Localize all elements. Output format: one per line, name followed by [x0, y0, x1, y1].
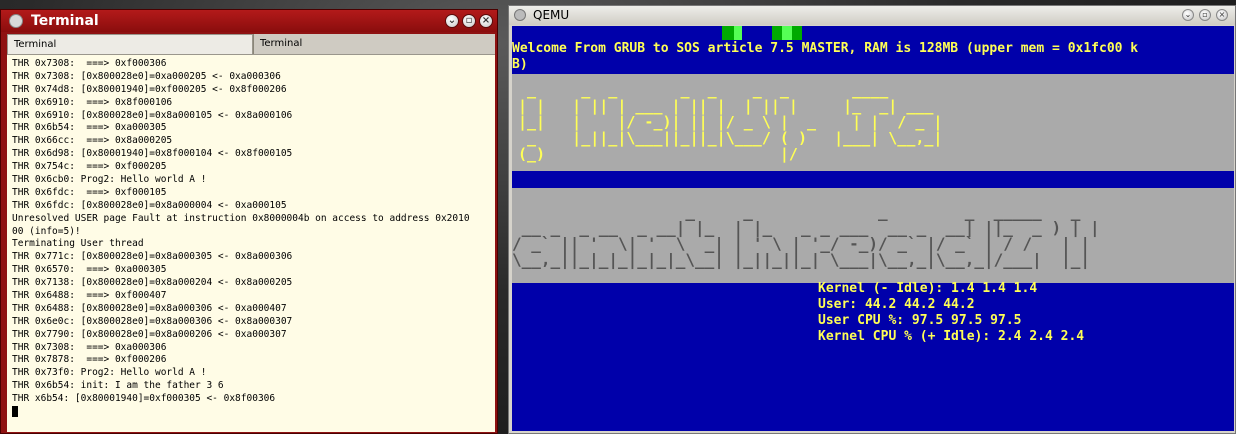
ascii-art-line: | | | || | ___ | || | | || | |_ _| ___: [518, 97, 943, 115]
terminal-line: THR 0x73f0: Prog2: Hello world A !: [12, 367, 207, 379]
terminal-line: Terminating User thread: [12, 238, 144, 250]
terminal-titlebar[interactable]: Terminal ⌄ ▫ ×: [1, 10, 497, 32]
qemu-title: QEMU: [533, 8, 570, 22]
terminal-line: THR 0x7790: [0x800028e0]=0x8a000206 <- 0…: [12, 328, 287, 340]
terminal-line: THR 0x6910: [0x800028e0]=0x8a000105 <- 0…: [12, 109, 293, 121]
welcome-line-wrap: B): [512, 57, 528, 72]
close-icon[interactable]: ×: [1216, 9, 1228, 21]
text-cursor: [12, 406, 18, 418]
terminal-line: THR 0x6d98: [0x80001940]=0x8f000104 <- 0…: [12, 148, 293, 160]
terminal-app-icon[interactable]: [9, 14, 23, 28]
close-icon[interactable]: ×: [479, 14, 493, 28]
terminal-line: THR 0x6cb0: Prog2: Hello world A !: [12, 174, 207, 186]
stat-line: User: 44.2 44.2 44.2: [818, 297, 975, 312]
terminal-line: 00 (info=5)!: [12, 225, 81, 237]
terminal-line: THR 0x6fdc: [0x800028e0]=0x8a000004 <- 0…: [12, 199, 287, 211]
terminal-line: THR 0x7878: ===> 0xf000206: [12, 354, 167, 366]
banner-hello: _ _ _ _ _ _ _ ____ | | | || | ___ | || |…: [512, 74, 1234, 171]
stripe-segment: [512, 26, 722, 40]
terminal-line: THR 0x7138: [0x800028e0]=0x8a000204 <- 0…: [12, 277, 293, 289]
stripe-segment: [742, 26, 772, 40]
terminal-title: Terminal: [31, 13, 99, 29]
terminal-line: THR 0x66cc: ===> 0x8a000205: [12, 135, 173, 147]
stripe-segment: [782, 26, 792, 40]
terminal-line: THR 0x6b54: ===> 0xa000305: [12, 122, 167, 134]
terminal-line: THR 0x6fdc: ===> 0xf000105: [12, 186, 167, 198]
qemu-window: QEMU ⌄ ▫ × Welcome From GRUB to SOS arti…: [508, 5, 1236, 434]
ascii-banner-thread: _ _ _ _ _____ _ __ _ _ __ _ __| |_ | |_ …: [512, 204, 1100, 268]
ascii-art-line: _ |_||_|\___||_||_|\___/ ( ) |___| \__,_…: [518, 129, 943, 147]
terminal-line: THR 0x6488: ===> 0xf000407: [12, 290, 167, 302]
tab-terminal-1[interactable]: Terminal: [7, 34, 253, 54]
stripe-segment: [734, 26, 742, 40]
stat-line: User CPU %: 97.5 97.5 97.5: [818, 313, 1022, 328]
cpu-stats: Kernel (- Idle): 1.4 1.4 1.4 User: 44.2 4…: [818, 281, 1084, 345]
minimize-icon[interactable]: ⌄: [1182, 9, 1194, 21]
tab-terminal-2[interactable]: Terminal: [253, 34, 495, 54]
terminal-output[interactable]: THR 0x7308: ===> 0xf000306 THR 0x7308: [0…: [7, 55, 495, 432]
terminal-line: THR 0x74d8: [0x80001940]=0xf000205 <- 0x…: [12, 83, 287, 95]
terminal-line: THR 0x6910: ===> 0x8f000106: [12, 96, 173, 108]
terminal-line: THR 0x6b54: init: I am the father 3 6: [12, 380, 224, 392]
terminal-line: THR 0x7308: ===> 0xa000306: [12, 341, 167, 353]
ascii-art-line: _ _ _ _ _ _ _ ____: [518, 81, 907, 99]
terminal-line: THR 0x6570: ===> 0xa000305: [12, 264, 167, 276]
terminal-tab-bar: Terminal Terminal: [7, 34, 495, 55]
ascii-art-line: (_) |/: [518, 145, 925, 163]
terminal-window: Terminal ⌄ ▫ × Terminal Terminal THR 0x7…: [0, 9, 498, 434]
stripe-segment: [802, 26, 942, 40]
terminal-line: THR 0x7308: ===> 0xf000306: [12, 58, 167, 69]
ascii-art-line: \__,_||_|_|_|_|_|_\__| |_||_||_| \___|\_…: [512, 250, 1090, 269]
terminal-line: THR 0x6e0c: [0x800028e0]=0x8a000306 <- 0…: [12, 315, 293, 327]
maximize-icon[interactable]: ▫: [1199, 9, 1211, 21]
ascii-banner-hello: _ _ _ _ _ _ _ ____ | | | || | ___ | || |…: [518, 82, 942, 162]
minimize-icon[interactable]: ⌄: [445, 14, 459, 28]
maximize-icon[interactable]: ▫: [462, 14, 476, 28]
terminal-line: THR 0x754c: ===> 0xf000205: [12, 161, 167, 173]
terminal-line: Unresolved USER page Fault at instructio…: [12, 212, 470, 224]
stripe-segment: [772, 26, 782, 40]
stripe-segment: [792, 26, 802, 40]
qemu-app-icon[interactable]: [514, 9, 526, 21]
stripe-segment: [942, 26, 1232, 40]
vm-screen[interactable]: Welcome From GRUB to SOS article 7.5 MAS…: [512, 26, 1234, 431]
stat-line: Kernel (- Idle): 1.4 1.4 1.4: [818, 281, 1038, 296]
stripe-segment: [722, 26, 734, 40]
terminal-line: THR 0x771c: [0x800028e0]=0x8a000305 <- 0…: [12, 251, 293, 263]
terminal-line: THR x6b54: [0x80001940]=0xf000305 <- 0x8…: [12, 393, 276, 405]
stat-line: Kernel CPU % (+ Idle): 2.4 2.4 2.4: [818, 329, 1085, 344]
qemu-titlebar[interactable]: QEMU ⌄ ▫ ×: [509, 6, 1235, 25]
terminal-line: THR 0x6488: [0x800028e0]=0x8a000306 <- 0…: [12, 302, 287, 314]
terminal-line: THR 0x7308: [0x800028e0]=0xa000205 <- 0x…: [12, 70, 281, 82]
banner-thread: _ _ _ _ _____ _ __ _ _ __ _ __| |_ | |_ …: [512, 188, 1234, 283]
welcome-line: Welcome From GRUB to SOS article 7.5 MAS…: [512, 41, 1139, 56]
ascii-art-line: |_| | |/ -_)| || |/ _ \ | _ | | / _ |: [518, 113, 943, 131]
